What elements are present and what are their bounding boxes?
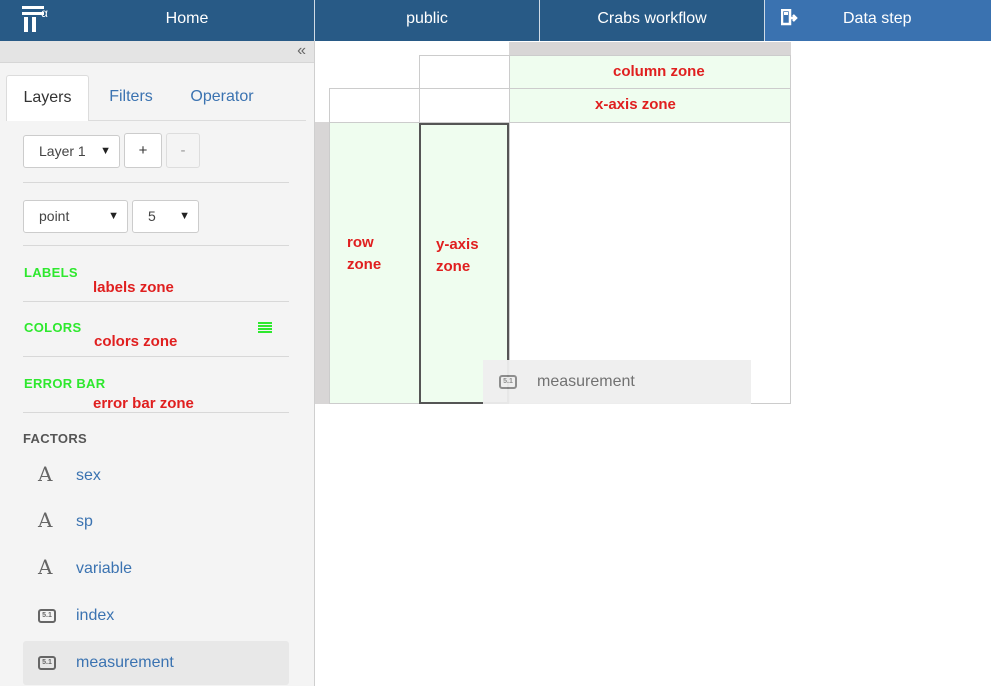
data-step-icon [781, 9, 798, 26]
error-bar-section-title: ERROR BAR [24, 376, 106, 391]
factor-name: variable [76, 560, 133, 577]
remove-layer-button[interactable]: - [166, 133, 200, 168]
caret-down-icon: ▼ [179, 210, 190, 222]
divider [23, 412, 289, 413]
numeric-factor-icon: 5.1 [38, 609, 56, 623]
top-navbar: α Home public Crabs workflow Data step [0, 0, 991, 41]
tab-operator[interactable]: Operator [176, 75, 268, 121]
row-zone-label: row [347, 234, 374, 251]
corner-cell [419, 55, 510, 89]
nav-data-step-label: Data step [843, 10, 912, 27]
collapse-sidebar-icon[interactable]: « [297, 42, 306, 60]
tab-filters[interactable]: Filters [95, 75, 167, 121]
x-axis-zone[interactable]: x-axis zone [509, 88, 791, 123]
layer-select-value: Layer 1 [39, 143, 86, 159]
nav-public[interactable]: public [315, 0, 539, 41]
factor-item-sp[interactable]: A sp [23, 500, 289, 544]
nav-home[interactable]: Home [60, 0, 314, 41]
factor-name: index [76, 607, 115, 624]
tercen-logo-icon[interactable] [18, 4, 58, 36]
numeric-factor-icon: 5.1 [499, 375, 517, 389]
column-header-bar [509, 42, 791, 56]
layer-select[interactable]: Layer 1 ▼ [23, 135, 120, 168]
divider [23, 245, 289, 246]
sidebar-collapse-strip: « [0, 41, 314, 63]
colors-section-title: COLORS [24, 320, 82, 335]
caret-down-icon: ▼ [108, 210, 119, 222]
nav-crabs-workflow[interactable]: Crabs workflow [540, 0, 764, 41]
y-axis-zone-label: zone [436, 258, 471, 275]
tabs-underline [89, 120, 306, 121]
labels-zone[interactable]: labels zone [93, 279, 174, 296]
labels-section-title: LABELS [24, 265, 78, 280]
factors-title: FACTORS [23, 431, 87, 446]
factor-item-sex[interactable]: A sex [23, 454, 289, 498]
divider [23, 356, 289, 357]
numeric-factor-icon: 5.1 [38, 656, 56, 670]
tab-layers[interactable]: Layers [6, 75, 89, 121]
factor-name: sp [76, 513, 93, 530]
row-header-bar [315, 122, 329, 404]
dragged-factor-measurement[interactable]: 5.1 measurement [483, 360, 751, 404]
row-zone-label: zone [347, 256, 382, 273]
factor-item-index[interactable]: 5.1 index [23, 594, 289, 638]
palette-list-icon[interactable] [258, 322, 272, 335]
column-zone-label: column zone [613, 63, 705, 80]
column-zone[interactable]: column zone [509, 55, 791, 89]
size-select[interactable]: 5 ▼ [132, 200, 199, 233]
sidebar-tabs: Layers Filters Operator [6, 75, 306, 121]
error-bar-zone[interactable]: error bar zone [93, 395, 194, 412]
row-zone[interactable]: row zone [329, 122, 420, 404]
add-layer-button[interactable]: + [124, 133, 162, 168]
caret-down-icon: ▼ [100, 145, 111, 157]
sidebar: « Layers Filters Operator Layer 1 ▼ + - … [0, 41, 315, 686]
divider [23, 301, 289, 302]
factor-item-variable[interactable]: A variable [23, 547, 289, 591]
geom-select-value: point [39, 208, 70, 224]
factor-name: sex [76, 467, 101, 484]
colors-zone[interactable]: colors zone [94, 333, 177, 350]
nav-data-step[interactable]: Data step [765, 0, 991, 41]
factor-item-measurement[interactable]: 5.1 measurement [23, 641, 289, 685]
text-factor-icon: A [38, 555, 53, 579]
corner-cell [419, 88, 510, 123]
x-axis-zone-label: x-axis zone [595, 96, 676, 113]
text-factor-icon: A [38, 462, 53, 486]
corner-cell [329, 88, 420, 123]
text-factor-icon: A [38, 508, 53, 532]
app-window: α Home public Crabs workflow Data step «… [0, 0, 991, 686]
logo-alpha: α [41, 6, 48, 20]
dragged-factor-name: measurement [537, 373, 635, 390]
size-select-value: 5 [148, 208, 156, 224]
geom-select[interactable]: point ▼ [23, 200, 128, 233]
factor-name: measurement [76, 654, 174, 671]
divider [23, 182, 289, 183]
y-axis-zone-label: y-axis [436, 236, 479, 253]
